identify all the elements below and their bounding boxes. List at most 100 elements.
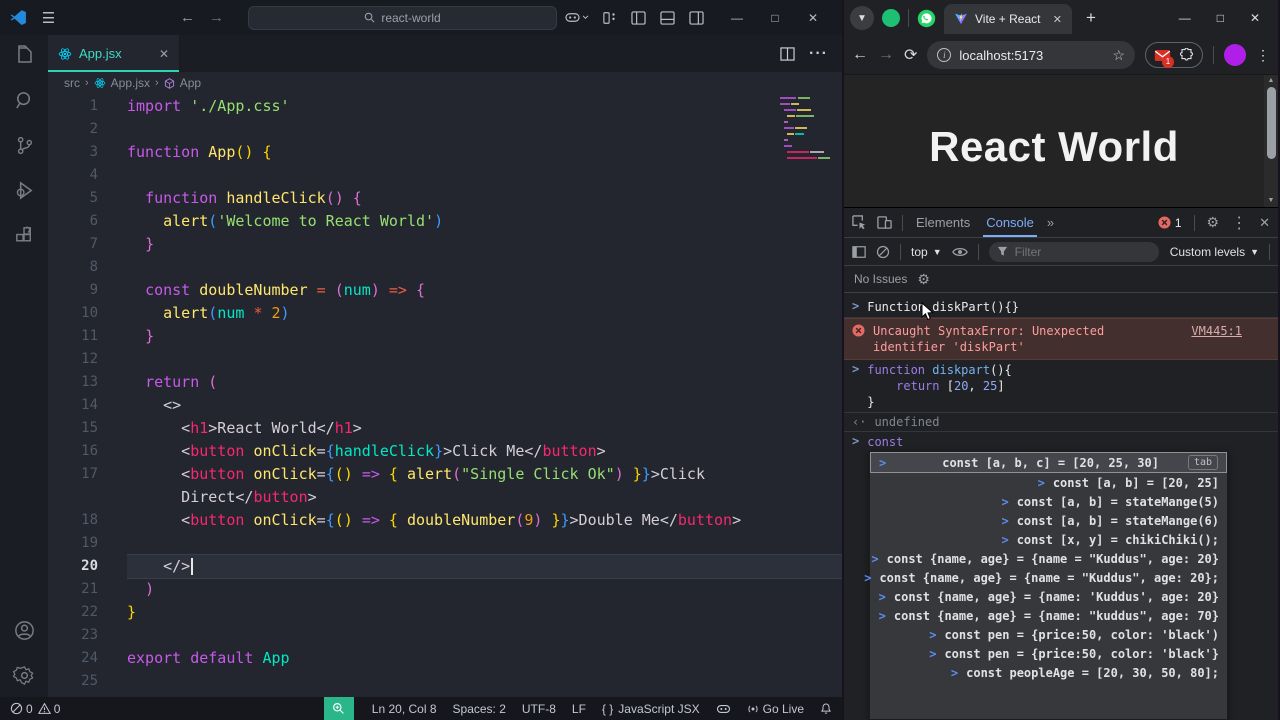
line-number: 21 <box>81 581 98 597</box>
autocomplete-item[interactable]: > const {name, age} = {name = "Kuddus", a… <box>864 568 1227 587</box>
minimap[interactable] <box>778 94 836 164</box>
code-editor[interactable]: 1 import './App.css' 2 3 function App() {4 5 … <box>48 94 842 697</box>
breadcrumb-symbol[interactable]: App <box>180 76 201 90</box>
code-line: 23 <box>48 624 842 647</box>
errors-indicator[interactable]: 0 <box>10 702 33 716</box>
autocomplete-item[interactable]: > const pen = {price:50, color: 'black'} <box>870 644 1227 663</box>
autocomplete-item-selected[interactable]: > const [a, b, c] = [20, 25, 30] tab <box>870 452 1227 473</box>
eol[interactable]: LF <box>572 702 586 716</box>
devtools-settings-gear-icon[interactable]: ⚙ <box>1207 214 1220 231</box>
copilot-status-icon[interactable] <box>716 703 731 715</box>
error-source-link[interactable]: VM445:1 <box>1191 323 1242 339</box>
language-mode[interactable]: { } JavaScript JSX <box>602 702 700 716</box>
warnings-indicator[interactable]: 0 <box>37 702 60 716</box>
scroll-down-icon[interactable]: ▼ <box>1268 195 1275 207</box>
console-settings-gear-icon[interactable]: ⚙ <box>917 271 930 288</box>
tab-elements[interactable]: Elements <box>913 208 973 237</box>
zoom-status-button[interactable] <box>323 697 354 720</box>
autocomplete-item[interactable]: > const [x, y] = chikiChiki(); <box>870 530 1227 549</box>
more-tabs-icon[interactable]: » <box>1047 215 1054 230</box>
log-levels-selector[interactable]: Custom levels ▼ <box>1170 245 1259 259</box>
back-icon[interactable]: ← <box>852 46 868 64</box>
forward-arrow-icon[interactable]: → <box>209 9 224 26</box>
breadcrumb[interactable]: src › App.jsx › App <box>48 72 842 94</box>
minimize-icon[interactable]: — <box>718 11 756 25</box>
tab-close-icon[interactable]: ✕ <box>1053 13 1062 26</box>
code-token: const <box>867 435 904 449</box>
more-actions-icon[interactable]: ··· <box>809 45 828 63</box>
autocomplete-item[interactable]: > const pen = {price:50, color: 'black') <box>870 625 1227 644</box>
divider <box>1193 214 1195 231</box>
tab-console[interactable]: Console <box>983 208 1037 237</box>
console-sidebar-icon[interactable] <box>852 245 866 259</box>
autocomplete-item[interactable]: > const [a, b] = stateMange(6) <box>870 511 1227 530</box>
inspect-element-icon[interactable] <box>852 215 867 230</box>
maximize-icon[interactable]: □ <box>1217 11 1224 25</box>
autocomplete-item[interactable]: > const [a, b] = [20, 25] <box>870 473 1227 492</box>
console-filter-input[interactable] <box>988 241 1159 262</box>
page-scrollbar[interactable]: ▲ ▼ <box>1264 75 1278 207</box>
live-expression-eye-icon[interactable] <box>951 246 968 258</box>
autocomplete-item[interactable]: > const [a, b] = stateMange(5) <box>870 492 1227 511</box>
close-icon[interactable]: ✕ <box>794 11 832 25</box>
tab-appjsx[interactable]: App.jsx ✕ <box>48 35 180 72</box>
menu-icon[interactable]: ☰ <box>35 9 62 27</box>
site-info-icon[interactable]: i <box>937 48 952 62</box>
indentation[interactable]: Spaces: 2 <box>453 702 506 716</box>
address-bar[interactable]: i localhost:5173 ☆ <box>927 41 1135 69</box>
tab-search-chevron-icon[interactable]: ▼ <box>850 6 874 30</box>
toggle-secondary-sidebar-icon[interactable] <box>689 10 704 25</box>
bookmark-star-icon[interactable]: ☆ <box>1112 47 1125 64</box>
reload-icon[interactable]: ⟳ <box>904 45 917 65</box>
bell-icon[interactable] <box>820 702 832 715</box>
copilot-icon[interactable] <box>565 11 589 24</box>
browser-tab-vite-react[interactable]: Vite + React ✕ <box>944 4 1072 34</box>
search-sidebar-icon[interactable] <box>13 89 36 112</box>
error-count-badge[interactable]: 1 <box>1158 216 1182 230</box>
autocomplete-item[interactable]: > const {name, age} = {name: 'Kuddus', ag… <box>870 587 1227 606</box>
run-debug-icon[interactable] <box>13 179 36 202</box>
breadcrumb-src[interactable]: src <box>64 76 80 90</box>
issues-label[interactable]: No Issues <box>854 272 907 286</box>
new-tab-icon[interactable]: + <box>1080 8 1102 28</box>
pinned-tab-favicon[interactable] <box>882 9 900 27</box>
devtools-close-icon[interactable]: ✕ <box>1259 215 1270 231</box>
account-icon[interactable] <box>13 619 36 642</box>
tab-close-icon[interactable]: ✕ <box>159 47 169 61</box>
source-control-icon[interactable] <box>13 134 36 157</box>
extensions-puzzle-icon[interactable] <box>1179 47 1194 63</box>
breadcrumb-file[interactable]: App.jsx <box>111 76 150 90</box>
maximize-icon[interactable]: □ <box>756 11 794 25</box>
cursor-position[interactable]: Ln 20, Col 8 <box>372 702 437 716</box>
toggle-panel-icon[interactable] <box>660 10 675 25</box>
settings-gear-icon[interactable] <box>12 664 36 687</box>
chrome-menu-kebab-icon[interactable]: ⋮ <box>1256 47 1270 64</box>
extensions-icon[interactable] <box>13 224 36 247</box>
close-icon[interactable]: ✕ <box>1250 11 1260 25</box>
device-toolbar-icon[interactable] <box>877 215 892 230</box>
context-selector[interactable]: top ▼ <box>911 245 942 259</box>
clear-console-icon[interactable] <box>876 245 890 259</box>
go-live-button[interactable]: Go Live <box>747 702 804 716</box>
scrollbar-thumb[interactable] <box>1266 87 1276 159</box>
console-log[interactable]: > Function diskPart(){} VM445:1 Uncaught Sy… <box>844 293 1278 720</box>
customize-layout-icon[interactable] <box>603 11 617 25</box>
encoding[interactable]: UTF-8 <box>522 702 556 716</box>
whatsapp-pinned-tab-icon[interactable] <box>917 9 936 28</box>
minimize-icon[interactable]: — <box>1179 11 1191 25</box>
toggle-sidebar-icon[interactable] <box>631 10 646 25</box>
autocomplete-item[interactable]: > const {name, age} = {name = "Kuddus", a… <box>870 549 1227 568</box>
code-token: onClick <box>253 465 317 483</box>
devtools-kebab-icon[interactable]: ⋮ <box>1231 213 1247 233</box>
url-text[interactable]: localhost:5173 <box>959 48 1104 63</box>
autocomplete-item[interactable]: > const peopleAge = [20, 30, 50, 80]; <box>870 663 1227 682</box>
forward-icon[interactable]: → <box>878 46 894 64</box>
split-editor-icon[interactable] <box>780 46 795 61</box>
back-arrow-icon[interactable]: ← <box>180 9 195 26</box>
explorer-icon[interactable] <box>12 43 36 67</box>
scroll-up-icon[interactable]: ▲ <box>1268 75 1275 87</box>
command-center-search[interactable]: react-world <box>248 5 557 30</box>
autocomplete-item[interactable]: > const {name, age} = {name: "kuddus", ag… <box>870 606 1227 625</box>
profile-avatar[interactable] <box>1224 44 1246 66</box>
